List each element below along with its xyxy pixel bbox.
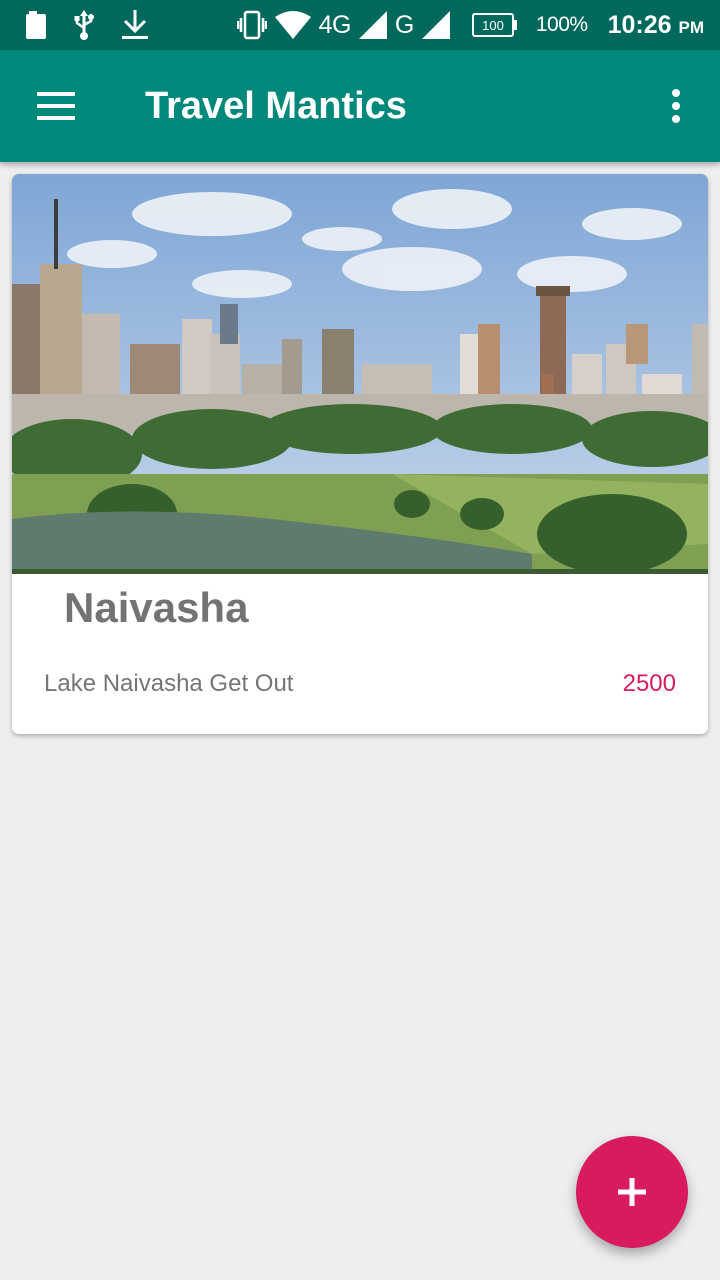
deal-title: Naivasha [64,584,249,631]
status-bar: 4G G 100 100% 10:26 PM [0,0,720,50]
overflow-menu-button[interactable] [632,50,720,162]
deal-card[interactable]: Naivasha Lake Naivasha Get Out 2500 [12,174,708,734]
network-type-g: G [394,10,414,39]
clock: 10:26 PM [608,11,704,40]
more-vert-icon [672,89,680,123]
signal-strength-icon-2 [421,11,450,39]
battery-level: 100 [482,18,504,33]
network-type-4g: 4G [318,10,352,39]
clock-suffix: PM [678,17,705,37]
menu-button[interactable] [0,50,112,162]
vibrate-icon [236,10,267,40]
clock-time: 10:26 [607,10,672,39]
add-icon [618,1178,646,1206]
download-icon [122,10,148,39]
add-deal-button[interactable] [576,1136,688,1248]
battery-icon: 100 [471,13,517,37]
deal-price: 2500 [622,670,676,697]
app-title: Travel Mantics [145,84,407,127]
battery-notification-icon [26,11,46,39]
deal-image [12,174,708,574]
wifi-icon [274,11,311,39]
hamburger-menu-icon [37,92,75,120]
signal-strength-icon [358,11,387,39]
deal-description: Lake Naivasha Get Out [44,670,294,697]
app-bar: Travel Mantics [0,50,720,162]
usb-icon [74,10,94,40]
battery-percent: 100% [535,13,588,36]
